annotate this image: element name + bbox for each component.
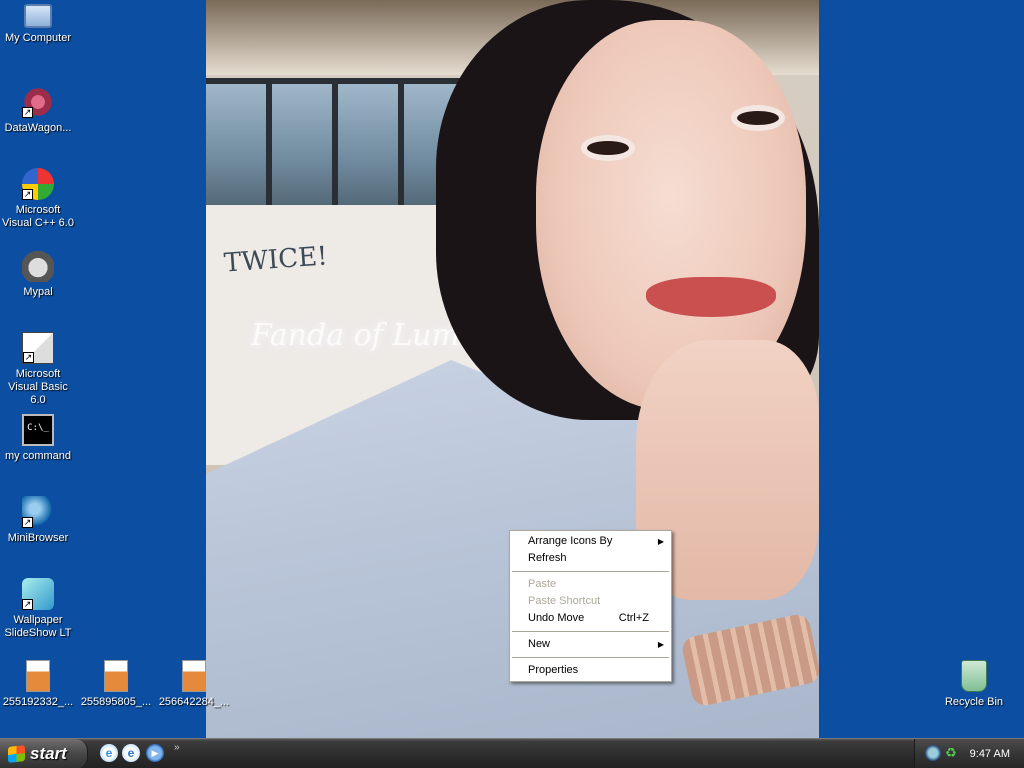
desktop-file-1[interactable]: 255192332_... [0,660,76,709]
menu-item-label: Paste Shortcut [528,595,601,607]
desktop-icon-visual-cpp[interactable]: ↗ Microsoft Visual C++ 6.0 [0,168,76,230]
desktop-icon-label: MiniBrowser [7,532,69,544]
mypal-icon [22,250,54,282]
menu-separator [512,631,669,632]
recycle-bin-icon [961,660,987,692]
desktop-icon-recycle-bin[interactable]: Recycle Bin [936,660,1012,709]
desktop-file-2[interactable]: 255895805_... [78,660,154,709]
windows-flag-icon [8,745,25,763]
menu-separator [512,657,669,658]
menu-item-paste-shortcut: Paste Shortcut [510,593,671,610]
desktop-file-3[interactable]: 256642284_... [156,660,232,709]
desktop-icon-label: Wallpaper SlideShow LT [4,614,72,639]
start-label: start [30,744,67,763]
system-tray: ♻ 9:47 AM [914,739,1024,768]
whiteboard-text: TWICE! [223,241,329,279]
desktop-icon-datawagon[interactable]: ↗ DataWagon... [0,86,76,135]
menu-item-properties[interactable]: Properties [510,662,671,679]
desktop-file-label: 255895805_... [80,696,152,708]
network-icon[interactable] [925,745,941,761]
desktop-icon-my-computer[interactable]: My Computer [0,4,76,45]
submenu-arrow-icon: ▶ [657,537,664,546]
menu-item-arrange-icons-by[interactable]: Arrange Icons By ▶ [510,533,671,550]
menu-item-paste: Paste [510,576,671,593]
desktop-icon-label: DataWagon... [4,122,72,134]
menu-item-label: Arrange Icons By [528,535,613,547]
desktop-icon-wallpaper-slideshow[interactable]: ↗ Wallpaper SlideShow LT [0,578,76,640]
shortcut-arrow-icon: ↗ [22,107,33,118]
submenu-arrow-icon: ▶ [657,640,664,649]
desktop-file-label: 255192332_... [2,696,74,708]
desktop-context-menu: Arrange Icons By ▶ Refresh Paste Paste S… [509,530,672,682]
menu-item-label: New [528,638,551,650]
desktop-icon-label: Recycle Bin [944,696,1004,708]
media-player-icon[interactable]: ▶ [146,744,164,762]
internet-explorer-icon[interactable]: e [100,744,118,762]
desktop-icon-mypal[interactable]: Mypal [0,250,76,299]
shortcut-arrow-icon: ↗ [22,517,33,528]
wallpaper-eye-right [731,105,785,131]
update-icon[interactable]: ♻ [943,745,959,761]
image-file-icon [26,660,50,692]
desktop-icon-visual-basic[interactable]: ↗ Microsoft Visual Basic 6.0 [0,332,76,407]
command-prompt-icon: C:\_ [22,414,54,446]
menu-item-label: Properties [528,664,579,676]
menu-item-shortcut: Ctrl+Z [618,612,649,624]
tray-clock[interactable]: 9:47 AM [970,739,1010,768]
shortcut-arrow-icon: ↗ [23,352,34,363]
desktop-icon-label: my command [4,450,72,462]
desktop-icon-label: Microsoft Visual Basic 6.0 [8,368,68,406]
start-button[interactable]: start [0,739,88,768]
desktop-icon-minibrowser[interactable]: ↗ MiniBrowser [0,496,76,545]
shortcut-arrow-icon: ↗ [22,189,33,200]
desktop-icon-label: Mypal [23,286,53,298]
desktop-file-label: 256642284_... [158,696,230,708]
minibrowser-icon: ↗ [22,496,54,528]
visual-basic-icon: ↗ [22,332,54,364]
browser-icon[interactable]: e [122,744,140,762]
menu-item-refresh[interactable]: Refresh [510,550,671,567]
my-computer-icon [24,4,52,28]
menu-item-label: Undo Move [528,612,585,624]
image-file-icon [104,660,128,692]
wallpaper-slideshow-icon: ↗ [22,578,54,610]
desktop-icon-label: My Computer [4,32,72,44]
datawagon-icon: ↗ [22,86,54,118]
image-file-icon [182,660,206,692]
desktop-icon-my-command[interactable]: C:\_ my command [0,414,76,463]
menu-separator [512,571,669,572]
menu-item-undo-move[interactable]: Undo Move Ctrl+Z [510,610,671,627]
desktop-icon-label: Microsoft Visual C++ 6.0 [2,204,74,229]
quick-launch-overflow-icon[interactable]: » [174,742,180,753]
menu-item-label: Paste [528,578,557,590]
menu-item-label: Refresh [528,552,567,564]
wallpaper-lips [646,277,776,317]
wallpaper-eye-left [581,135,635,161]
taskbar: start e e ▶ » ♻ 9:47 AM [0,738,1024,768]
menu-item-new[interactable]: New ▶ [510,636,671,653]
visual-cpp-icon: ↗ [22,168,54,200]
shortcut-arrow-icon: ↗ [22,599,33,610]
